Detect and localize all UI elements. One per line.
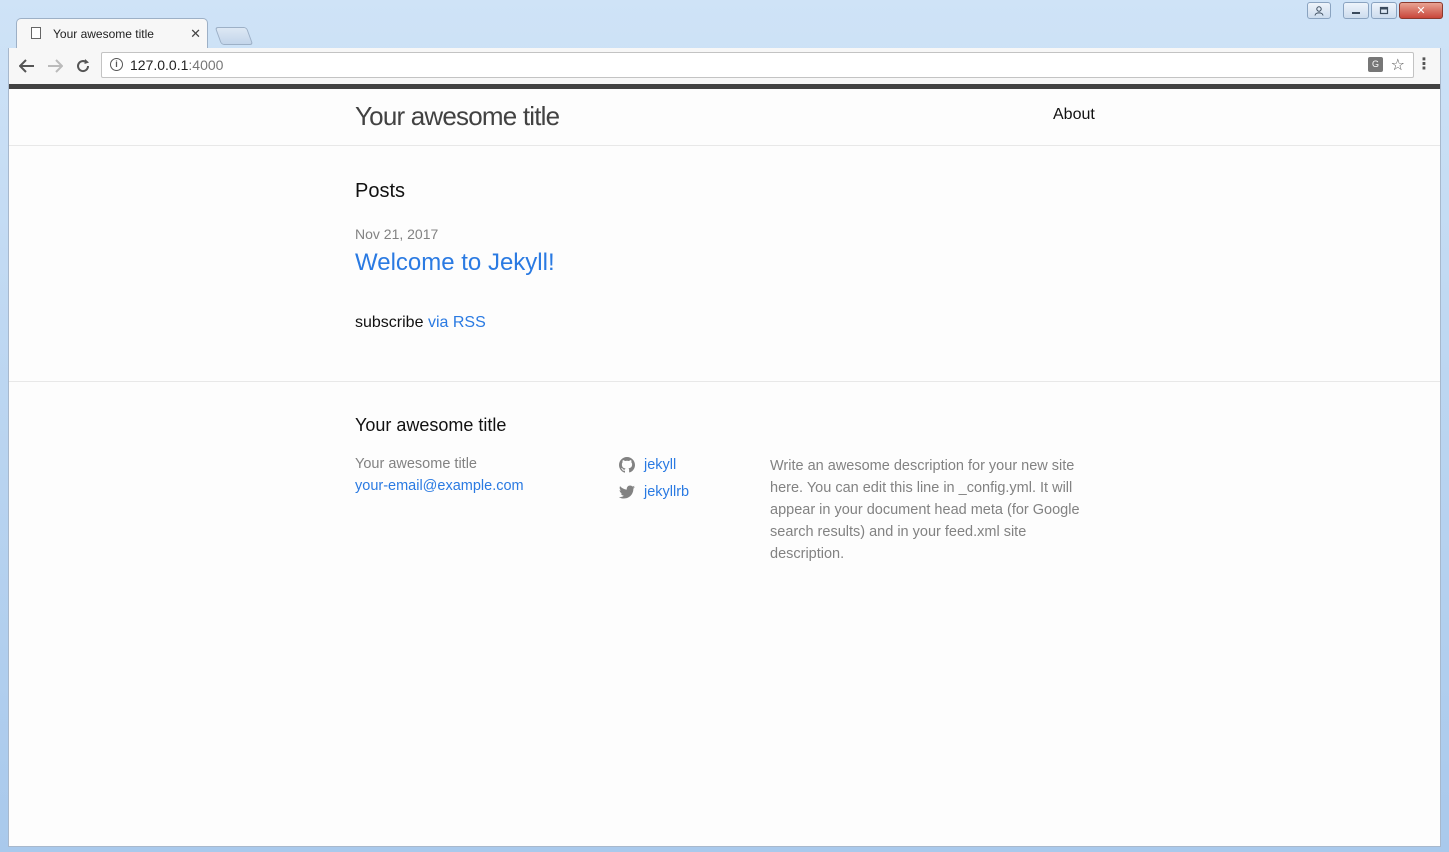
post-date: Nov 21, 2017: [355, 226, 439, 242]
new-tab-button[interactable]: [214, 27, 254, 45]
site-header: Your awesome title About: [9, 89, 1440, 146]
title-bar: Your awesome title ✕ ✕: [0, 0, 1449, 48]
twitter-username[interactable]: jekyllrb: [644, 484, 689, 500]
address-bar[interactable]: i 127.0.0.1:4000 G ☆: [101, 52, 1414, 78]
maximize-icon[interactable]: [1371, 2, 1397, 19]
browser-window: Your awesome title ✕ ✕ i 127.0.0.1:4000 …: [0, 0, 1449, 852]
reload-icon[interactable]: [71, 54, 95, 78]
github-link[interactable]: jekyll: [619, 457, 676, 473]
posts-heading: Posts: [355, 180, 406, 202]
browser-tab[interactable]: Your awesome title ✕: [16, 18, 208, 48]
close-icon[interactable]: ✕: [190, 26, 201, 42]
translate-icon[interactable]: G: [1368, 57, 1383, 72]
rss-subscribe: subscribe via RSS: [355, 314, 486, 332]
footer-name: Your awesome title: [355, 456, 477, 472]
twitter-icon: [619, 485, 635, 499]
close-window-button[interactable]: ✕: [1399, 2, 1443, 19]
subscribe-text: subscribe: [355, 314, 424, 331]
back-icon[interactable]: [15, 54, 39, 78]
document-icon: [31, 27, 41, 39]
footer-heading: Your awesome title: [355, 415, 507, 435]
info-icon[interactable]: i: [110, 58, 123, 71]
site-description: Write an awesome description for your ne…: [770, 458, 1080, 562]
minimize-icon[interactable]: [1343, 2, 1369, 19]
github-icon: [619, 457, 635, 473]
github-username[interactable]: jekyll: [644, 457, 676, 473]
rss-link[interactable]: via RSS: [428, 314, 486, 331]
nav-about-link[interactable]: About: [1053, 106, 1095, 124]
twitter-link[interactable]: jekyllrb: [619, 484, 689, 500]
page-viewport: Your awesome title About Posts Nov 21, 2…: [8, 84, 1441, 847]
site-title-link[interactable]: Your awesome title: [355, 101, 560, 132]
window-controls: ✕: [1307, 2, 1443, 19]
site-footer: Your awesome title Your awesome title yo…: [9, 381, 1440, 562]
post-title-link[interactable]: Welcome to Jekyll!: [355, 249, 555, 277]
forward-icon[interactable]: [43, 54, 67, 78]
menu-icon[interactable]: ⋮: [1416, 54, 1432, 74]
url-text[interactable]: 127.0.0.1:4000: [130, 57, 223, 73]
user-icon[interactable]: [1307, 2, 1331, 19]
tab-title: Your awesome title: [53, 27, 154, 41]
footer-email-link[interactable]: your-email@example.com: [355, 478, 524, 494]
browser-toolbar: i 127.0.0.1:4000 G ☆ ⋮: [8, 48, 1441, 84]
star-icon[interactable]: ☆: [1391, 55, 1405, 75]
